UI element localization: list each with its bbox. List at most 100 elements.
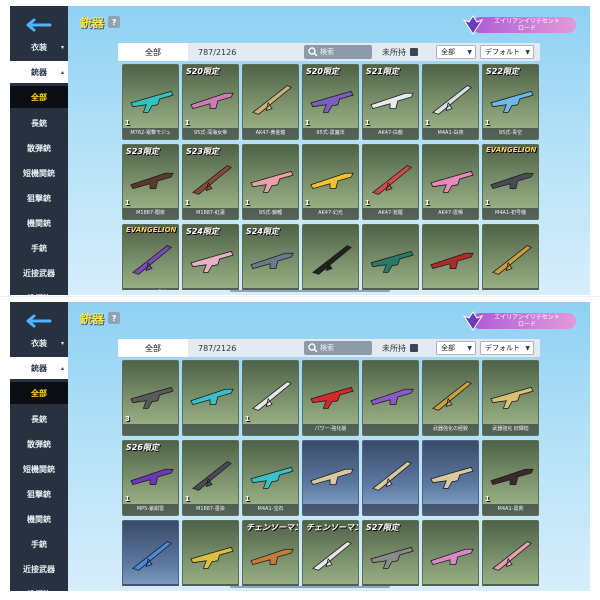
item-card[interactable]	[422, 520, 479, 586]
sidebar-item[interactable]: 投擲物	[10, 287, 68, 296]
weapon-skin-icon	[250, 170, 294, 193]
sidebar-item[interactable]: 手銃	[10, 533, 68, 555]
item-card[interactable]: 武器強化の極致	[422, 360, 479, 436]
item-card[interactable]: S24限定	[242, 224, 299, 290]
item-card[interactable]	[182, 520, 239, 586]
item-card[interactable]: 1 AK47-幻光	[302, 144, 359, 220]
sidebar-item[interactable]: 手銃	[10, 237, 68, 259]
sidebar-item[interactable]: 全部	[10, 86, 68, 108]
item-name	[483, 584, 538, 586]
item-level: 1	[125, 199, 130, 207]
item-card[interactable]	[362, 440, 419, 516]
item-card[interactable]: 1 95式-錦鯉	[242, 144, 299, 220]
item-card[interactable]	[302, 224, 359, 290]
item-card[interactable]: S20限定 1 95式-深海女帝	[182, 64, 239, 140]
item-name	[423, 584, 478, 586]
sidebar-item[interactable]: 狙撃銃	[10, 483, 68, 505]
item-card[interactable]: 1	[242, 360, 299, 436]
filter-bar: 全部 787/2126 未所持 全部 ▼ デフォルト ▼	[118, 43, 540, 61]
item-level: 1	[365, 119, 370, 127]
sidebar-item[interactable]: 投擲物	[10, 583, 68, 592]
sidebar-item[interactable]: 銃器 ▴	[10, 61, 68, 83]
sidebar-item[interactable]: 長銃	[10, 112, 68, 134]
sidebar-item[interactable]: 短機関銃	[10, 458, 68, 480]
item-card[interactable]: 1 M4A1-黒剣	[482, 440, 539, 516]
item-name: MP5-紫紺雷	[123, 504, 178, 515]
scroll-indicator[interactable]	[230, 290, 390, 292]
sidebar-item[interactable]: 散弾銃	[10, 433, 68, 455]
unowned-filter[interactable]: 未所持	[382, 339, 418, 357]
item-card[interactable]	[362, 360, 419, 436]
item-card[interactable]	[302, 440, 359, 516]
back-arrow-icon[interactable]	[24, 14, 56, 36]
item-card[interactable]: S26限定 1 MP5-紫紺雷	[122, 440, 179, 516]
help-icon[interactable]: ?	[108, 312, 121, 324]
item-card[interactable]: EVANGELION M1887-初号機	[122, 224, 179, 290]
item-card[interactable]	[362, 224, 419, 290]
unowned-checkbox[interactable]	[410, 48, 418, 56]
rank-title: エイリアンイリデセント ロード	[480, 18, 574, 32]
filter-all-tab[interactable]: 全部	[118, 339, 188, 357]
sidebar-item-label: 短機関銃	[23, 464, 55, 474]
item-card[interactable]: S21限定 1 AK47-白龍	[362, 64, 419, 140]
chevron-icon: ▾	[60, 339, 64, 347]
item-card[interactable]: 3	[122, 360, 179, 436]
sidebar-item[interactable]: 衣装 ▾	[10, 36, 68, 58]
sort-select[interactable]: デフォルト ▼	[480, 45, 534, 59]
item-card[interactable]: S24限定	[182, 224, 239, 290]
sidebar-item[interactable]: 短機関銃	[10, 162, 68, 184]
item-card[interactable]	[482, 224, 539, 290]
help-icon[interactable]: ?	[108, 16, 121, 28]
sidebar-item[interactable]: 銃器 ▴	[10, 357, 68, 379]
item-card[interactable]: チェンソーマン	[302, 520, 359, 586]
item-card[interactable]: S20限定 1 95式-黒魔法	[302, 64, 359, 140]
item-card[interactable]: 1 M4A1-白夜	[422, 64, 479, 140]
sidebar-item[interactable]: 近接武器	[10, 262, 68, 284]
back-arrow-icon[interactable]	[24, 310, 56, 332]
type-select[interactable]: 全部 ▼	[436, 341, 476, 355]
item-card[interactable]: AK47-黄金龍	[242, 64, 299, 140]
item-card[interactable]: 武器強化 旧輝煌	[482, 360, 539, 436]
item-level: 1	[485, 119, 490, 127]
sort-select[interactable]: デフォルト ▼	[480, 341, 534, 355]
scroll-indicator[interactable]	[230, 586, 390, 588]
rank-badge[interactable]: エイリアンイリデセント ロード	[462, 14, 578, 36]
sidebar-item[interactable]: 長銃	[10, 408, 68, 430]
sidebar-item[interactable]: 全部	[10, 382, 68, 404]
sidebar-item[interactable]: 近接武器	[10, 558, 68, 580]
sidebar-item[interactable]: 機関銃	[10, 212, 68, 234]
item-card[interactable]	[122, 520, 179, 586]
sidebar-item[interactable]: 狙撃銃	[10, 187, 68, 209]
item-card[interactable]: チェンソーマン	[242, 520, 299, 586]
unowned-filter[interactable]: 未所持	[382, 43, 418, 61]
item-card[interactable]: S22限定 1 95式-青空	[482, 64, 539, 140]
weapon-skin-icon	[310, 468, 354, 486]
rank-badge[interactable]: エイリアンイリデセント ロード	[462, 310, 578, 332]
sidebar-item[interactable]: 機関銃	[10, 508, 68, 530]
weapon-skin-icon	[492, 245, 532, 275]
unowned-checkbox[interactable]	[410, 344, 418, 352]
item-card[interactable]: EVANGELION 1 M4A1-初号機	[482, 144, 539, 220]
item-card[interactable]: S23限定 1 M1887-闇夜	[122, 144, 179, 220]
item-card[interactable]: 1 M762-電撃モジュ	[122, 64, 179, 140]
item-card[interactable]: 1 M1887-墨染	[182, 440, 239, 516]
item-name	[423, 504, 478, 515]
item-card[interactable]	[422, 440, 479, 516]
item-card[interactable]	[422, 224, 479, 290]
sidebar-item-label: 狙撃銃	[27, 489, 51, 499]
item-card[interactable]: 1 M4A1-宝石	[242, 440, 299, 516]
dropdown-arrow-icon: ▼	[467, 345, 472, 352]
item-card[interactable]: パワー-強化版	[302, 360, 359, 436]
item-card[interactable]: 1 AK47-覚醒	[362, 144, 419, 220]
sidebar-item[interactable]: 衣装 ▾	[10, 332, 68, 354]
filter-all-tab[interactable]: 全部	[118, 43, 188, 61]
edition-tag: S22限定	[486, 67, 519, 76]
item-card[interactable]: 1 AK47-雷鳴	[422, 144, 479, 220]
item-card[interactable]	[182, 360, 239, 436]
type-select[interactable]: 全部 ▼	[436, 45, 476, 59]
item-card[interactable]: S23限定 1 M1887-紅蓮	[182, 144, 239, 220]
weapon-skin-icon	[370, 92, 414, 110]
item-card[interactable]: S27限定	[362, 520, 419, 586]
item-card[interactable]	[482, 520, 539, 586]
sidebar-item[interactable]: 散弾銃	[10, 137, 68, 159]
